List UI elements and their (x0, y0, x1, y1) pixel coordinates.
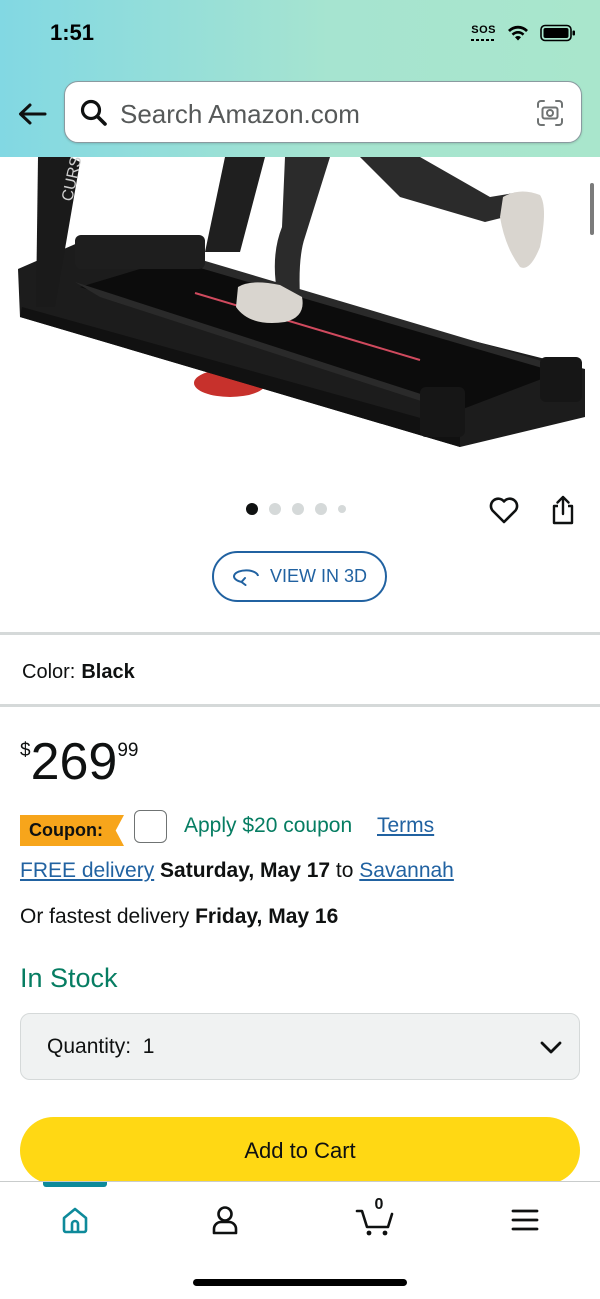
delivery-to: to (335, 859, 354, 882)
share-icon (552, 495, 574, 525)
nav-menu[interactable] (505, 1200, 545, 1240)
chevron-down-icon (540, 1041, 562, 1054)
fastest-date: Friday, May 16 (195, 905, 339, 928)
coupon-terms-link[interactable]: Terms (377, 814, 434, 838)
price-whole: 269 (30, 733, 118, 791)
quantity-label: Quantity: 1 (47, 1035, 155, 1058)
sos-indicator: SOS (471, 24, 496, 41)
arrow-left-icon (19, 103, 47, 125)
cart-count-badge: 0 (374, 1196, 384, 1213)
scrollbar[interactable] (590, 183, 594, 235)
search-input[interactable]: Search Amazon.com (64, 81, 582, 143)
carousel-dot[interactable] (246, 503, 258, 515)
delivery-date: Saturday, May 17 (160, 859, 331, 882)
coupon-checkbox[interactable] (134, 810, 167, 843)
delivery-location-link[interactable]: Savannah (359, 859, 454, 882)
price-fraction: 99 (117, 740, 139, 761)
share-button[interactable] (549, 494, 577, 531)
coupon-text[interactable]: Apply $20 coupon (184, 814, 352, 838)
nav-account[interactable] (205, 1200, 245, 1240)
color-value: Black (81, 661, 135, 683)
nav-home[interactable] (55, 1200, 95, 1240)
treadmill-image: CURS (18, 157, 585, 447)
app-header: 1:51 SOS Search Amazon.com (0, 0, 600, 157)
delivery-info: FREE delivery Saturday, May 17 to Savann… (20, 859, 454, 883)
wifi-icon (508, 25, 528, 41)
add-to-cart-label: Add to Cart (244, 1137, 356, 1163)
nav-active-indicator (43, 1182, 107, 1187)
status-icons: SOS (471, 24, 576, 42)
divider (0, 632, 600, 635)
view-in-3d-button[interactable]: VIEW IN 3D (212, 551, 387, 602)
back-button[interactable] (14, 96, 50, 132)
carousel-dot[interactable] (292, 503, 304, 515)
heart-icon (489, 497, 519, 524)
stock-status: In Stock (20, 963, 118, 993)
nav-cart[interactable]: 0 (355, 1196, 395, 1240)
quantity-value: 1 (142, 1035, 155, 1058)
menu-icon (511, 1209, 539, 1231)
carousel-dot[interactable] (338, 505, 346, 513)
image-carousel-dots[interactable] (246, 503, 346, 515)
home-indicator[interactable] (193, 1279, 407, 1286)
add-to-cart-button[interactable]: Add to Cart (20, 1117, 580, 1184)
fastest-delivery: Or fastest delivery Friday, May 16 (20, 905, 338, 929)
coupon-badge: Coupon: (20, 815, 124, 846)
color-selector[interactable]: Color: Black (22, 661, 135, 684)
carousel-dot[interactable] (315, 503, 327, 515)
product-image[interactable]: CURS (0, 157, 600, 477)
search-placeholder: Search Amazon.com (120, 99, 360, 129)
price-currency: $ (20, 740, 31, 761)
view-in-3d-label: VIEW IN 3D (269, 566, 367, 586)
wishlist-button[interactable] (488, 495, 520, 530)
quantity-dropdown[interactable]: Quantity: 1 (20, 1013, 580, 1080)
home-icon (62, 1207, 88, 1234)
rotate-3d-icon (233, 568, 259, 586)
color-label: Color: (22, 661, 76, 683)
account-icon (212, 1206, 238, 1235)
price: $ 269 99 (20, 735, 138, 789)
status-time: 1:51 (50, 20, 95, 45)
carousel-dot[interactable] (269, 503, 281, 515)
camera-scan-icon[interactable] (535, 98, 565, 128)
battery-icon (540, 24, 575, 42)
divider (0, 704, 600, 707)
search-icon (80, 99, 107, 126)
free-delivery-link[interactable]: FREE delivery (20, 859, 154, 882)
fastest-prefix: Or fastest delivery (20, 905, 190, 928)
